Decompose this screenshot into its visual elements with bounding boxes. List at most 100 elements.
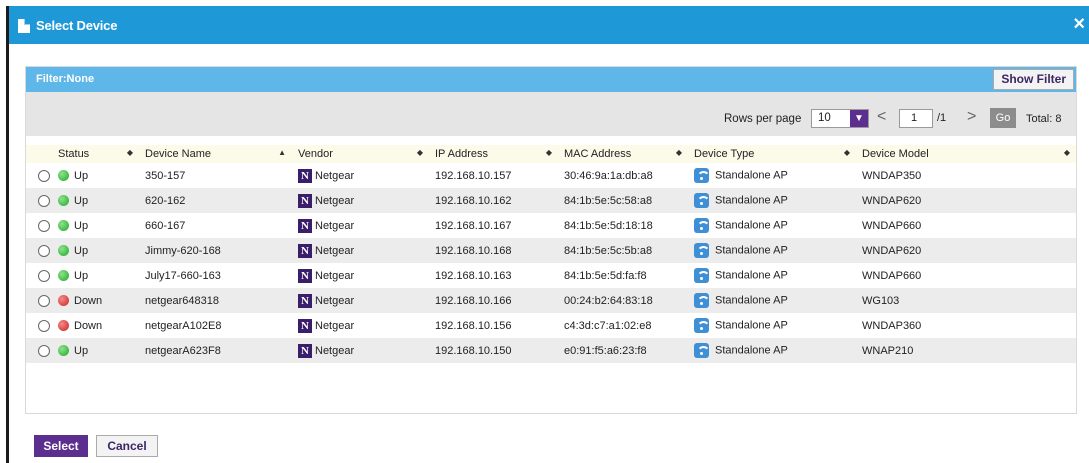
total-count: Total: 8	[1026, 113, 1062, 125]
go-button[interactable]: Go	[990, 108, 1016, 128]
cancel-button[interactable]: Cancel	[96, 435, 158, 457]
status-text: Down	[74, 294, 103, 307]
rows-per-page-value: 10	[818, 112, 831, 124]
dialog-titlebar: Select Device ×	[9, 6, 1089, 44]
sort-icon[interactable]: ◆	[417, 148, 423, 157]
table-row[interactable]: Up 620-162 N Netgear 192.168.10.162 84:1b:5e:…	[26, 188, 1076, 213]
vendor-text: Netgear	[315, 294, 355, 307]
status-cell: Up	[52, 188, 139, 213]
netgear-logo-icon: N	[298, 193, 312, 208]
status-up-icon	[58, 220, 69, 232]
device-model-cell: WNDAP620	[862, 194, 922, 207]
vendor-cell: N Netgear	[292, 288, 429, 313]
ip-address-cell: 192.168.10.167	[435, 219, 512, 232]
device-type-cell: Standalone AP	[688, 263, 856, 288]
table-row[interactable]: Down netgearA102E8 N Netgear 192.168.10.156 c…	[26, 313, 1076, 338]
header-device-type[interactable]: Device Type ◆	[688, 145, 856, 163]
header-vendor[interactable]: Vendor ◆	[292, 145, 429, 163]
row-radio-button[interactable]	[38, 344, 50, 357]
header-device-model[interactable]: Device Model ◆	[856, 145, 1076, 163]
mac-address-cell: 84:1b:5e:5d:fa:f8	[564, 269, 647, 282]
header-label: Device Type	[694, 148, 755, 160]
device-type-text: Standalone AP	[715, 344, 788, 357]
sort-icon[interactable]: ◆	[844, 148, 850, 157]
row-select-cell	[26, 188, 52, 213]
device-type-cell: Standalone AP	[688, 338, 856, 363]
device-model-cell: WNDAP620	[862, 244, 922, 257]
mac-address-cell: 00:24:b2:64:83:18	[564, 294, 653, 307]
row-select-cell	[26, 263, 52, 288]
device-type-text: Standalone AP	[715, 169, 788, 182]
netgear-logo-icon: N	[298, 218, 312, 233]
header-label: Device Name	[145, 148, 212, 160]
status-text: Down	[74, 319, 103, 332]
device-type-text: Standalone AP	[715, 294, 788, 307]
mac-address-cell: e0:91:f5:a6:23:f8	[564, 344, 647, 357]
table-row[interactable]: Up 660-167 N Netgear 192.168.10.167 84:1b:5e:…	[26, 213, 1076, 238]
header-label: MAC Address	[564, 148, 632, 160]
vendor-text: Netgear	[315, 344, 355, 357]
sort-icon[interactable]: ◆	[127, 148, 133, 157]
ip-address-cell: 192.168.10.162	[435, 194, 512, 207]
sort-icon[interactable]: ◆	[1064, 148, 1070, 157]
device-name-cell: netgear648318	[145, 294, 220, 307]
rows-per-page-select[interactable]: 10 ▼	[811, 109, 869, 128]
dialog-title: Select Device	[36, 18, 118, 33]
header-label: Vendor	[298, 148, 333, 160]
header-status[interactable]: Status ◆	[52, 145, 139, 163]
status-up-icon	[58, 170, 69, 182]
sort-ascending-icon[interactable]: ▲	[278, 148, 286, 157]
vendor-text: Netgear	[315, 269, 355, 282]
status-up-icon	[58, 270, 69, 282]
row-radio-button[interactable]	[38, 269, 50, 282]
table-row[interactable]: Up Jimmy-620-168 N Netgear 192.168.10.168 84:…	[26, 238, 1076, 263]
close-button[interactable]: ×	[1073, 14, 1085, 34]
vendor-cell: N Netgear	[292, 313, 429, 338]
mac-address-cell: 84:1b:5e:5c:58:a8	[564, 194, 653, 207]
row-radio-button[interactable]	[38, 219, 50, 232]
select-button[interactable]: Select	[34, 435, 88, 457]
row-radio-button[interactable]	[38, 319, 50, 332]
row-radio-button[interactable]	[38, 169, 50, 182]
header-device-name[interactable]: Device Name ▲	[139, 145, 292, 163]
sort-icon[interactable]: ◆	[546, 148, 552, 157]
sort-icon[interactable]: ◆	[676, 148, 682, 157]
page-number-input[interactable]: 1	[899, 109, 933, 128]
status-down-icon	[58, 295, 69, 307]
row-radio-button[interactable]	[38, 194, 50, 207]
header-label: Status	[58, 148, 90, 160]
row-radio-button[interactable]	[38, 294, 50, 307]
row-select-cell	[26, 213, 52, 238]
device-type-text: Standalone AP	[715, 219, 788, 232]
ip-address-cell: 192.168.10.156	[435, 319, 512, 332]
table-row[interactable]: Up 350-157 N Netgear 192.168.10.157 30:46:9a:…	[26, 163, 1076, 188]
status-up-icon	[58, 345, 69, 357]
table-row[interactable]: Up July17-660-163 N Netgear 192.168.10.163 84…	[26, 263, 1076, 288]
chevron-down-icon[interactable]: ▼	[850, 110, 868, 127]
device-name-cell: netgearA623F8	[145, 344, 221, 357]
header-ip-address[interactable]: IP Address ◆	[429, 145, 558, 163]
vendor-text: Netgear	[315, 244, 355, 257]
status-cell: Down	[52, 313, 139, 338]
device-type-cell: Standalone AP	[688, 163, 856, 188]
table-row[interactable]: Up netgearA623F8 N Netgear 192.168.10.150 e0:…	[26, 338, 1076, 363]
wifi-icon	[694, 293, 710, 308]
netgear-logo-icon: N	[298, 318, 312, 333]
status-text: Up	[74, 194, 89, 207]
row-select-cell	[26, 238, 52, 263]
device-type-text: Standalone AP	[715, 269, 788, 282]
status-cell: Up	[52, 163, 139, 188]
table-row[interactable]: Down netgear648318 N Netgear 192.168.10.166 0…	[26, 288, 1076, 313]
show-filter-button[interactable]: Show Filter	[993, 69, 1074, 90]
device-name-cell: netgearA102E8	[145, 319, 222, 332]
mac-address-cell: c4:3d:c7:a1:02:e8	[564, 319, 652, 332]
previous-page-icon[interactable]: <	[877, 108, 886, 126]
next-page-icon[interactable]: >	[967, 108, 976, 126]
device-type-cell: Standalone AP	[688, 238, 856, 263]
mac-address-cell: 84:1b:5e:5d:18:18	[564, 219, 653, 232]
netgear-logo-icon: N	[298, 243, 312, 258]
header-mac-address[interactable]: MAC Address ◆	[558, 145, 688, 163]
device-model-cell: WG103	[862, 294, 900, 307]
row-radio-button[interactable]	[38, 244, 50, 257]
status-cell: Down	[52, 288, 139, 313]
